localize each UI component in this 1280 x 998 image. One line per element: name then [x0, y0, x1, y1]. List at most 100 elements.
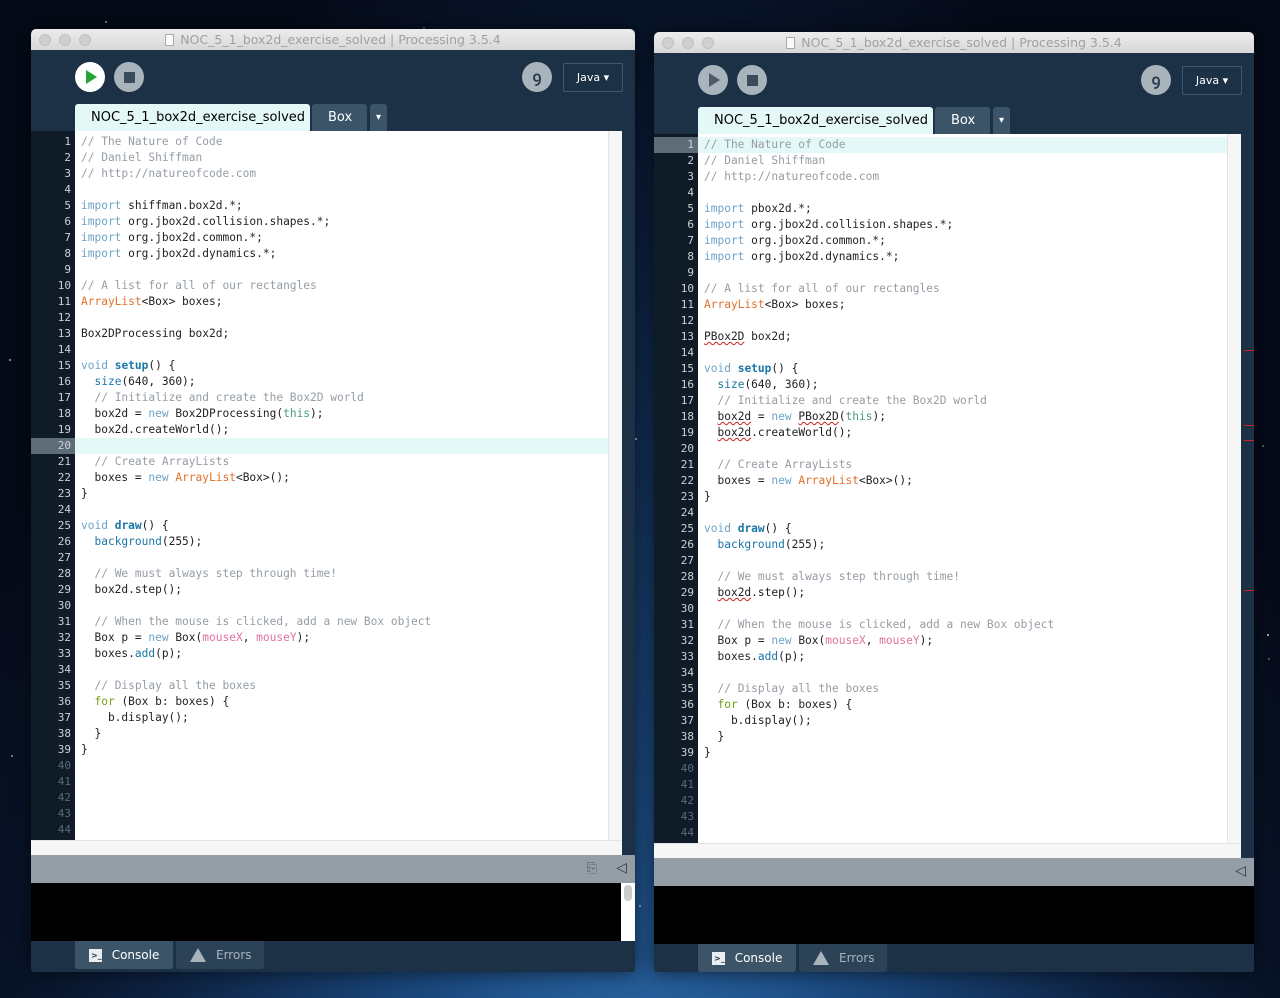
star: [1267, 633, 1270, 636]
close-button[interactable]: [39, 34, 51, 46]
line-number: 1: [64, 135, 71, 148]
line-number: 8: [687, 250, 694, 263]
code-token: // Create ArrayLists: [717, 458, 853, 471]
error-marker[interactable]: [1244, 425, 1254, 426]
code-token: org.jbox2d.common.*;: [744, 234, 886, 247]
tab-errors[interactable]: Errors: [176, 941, 264, 969]
tab-box[interactable]: Box: [312, 104, 367, 131]
horizontal-scrollbar[interactable]: [31, 840, 622, 855]
code-token: // When the mouse is clicked, add a new …: [94, 615, 432, 628]
horizontal-scrollbar[interactable]: [654, 843, 1241, 858]
line-number: 31: [57, 615, 71, 628]
code-line: // http://natureofcode.com: [75, 166, 608, 182]
code-editor[interactable]: 1 2 3 4 5 6 7 8 9 10 11 12 13 14 15 16 17 18 19 20 21 22 23 24 2…: [31, 131, 622, 855]
code-token: // When the mouse is clicked, add a new …: [717, 618, 1055, 631]
console-icon: >_: [712, 951, 725, 965]
code-token: );: [296, 631, 311, 644]
stop-button[interactable]: [737, 65, 767, 95]
scroll-thumb[interactable]: [624, 885, 632, 901]
zoom-button[interactable]: [79, 34, 91, 46]
code-token: boxes.: [704, 650, 758, 663]
code-token: () {: [141, 519, 169, 532]
mode-selector[interactable]: Java ▾: [563, 63, 623, 92]
code-line: // http://natureofcode.com: [698, 169, 1227, 185]
code-token: size: [94, 375, 122, 388]
code-line: import shiffman.box2d.*;: [75, 198, 608, 214]
tab-menu-button[interactable]: ▾: [370, 104, 388, 131]
code-token: void: [704, 362, 731, 375]
debugger-button[interactable]: ꝯ: [1141, 65, 1171, 95]
chevron-down-icon: ▾: [376, 112, 382, 123]
line-number: 42: [680, 794, 694, 807]
title-bar: NOC_5_1_box2d_exercise_solved | Processi…: [654, 32, 1254, 53]
tab-errors[interactable]: Errors: [799, 944, 887, 972]
code-token: (: [838, 410, 846, 423]
code-token: draw: [737, 522, 765, 535]
code-line: ArrayList<Box> boxes;: [698, 297, 1227, 313]
console-output[interactable]: [31, 883, 635, 941]
code-line: void setup() {: [75, 358, 608, 374]
line-number: 11: [57, 295, 71, 308]
line-number: 5: [687, 202, 694, 215]
line-number: 13: [680, 330, 694, 343]
code-token: size: [717, 378, 745, 391]
code-token: org.jbox2d.collision.shapes.*;: [744, 218, 954, 231]
line-number: 8: [64, 247, 71, 260]
code-line: // We must always step through time!: [698, 569, 1227, 585]
line-number: 16: [57, 375, 71, 388]
code-token: () {: [771, 362, 799, 375]
code-line: [75, 438, 608, 454]
code-token: mouseY: [256, 631, 297, 644]
collapse-console-icon[interactable]: ◁: [616, 860, 627, 876]
close-button[interactable]: [662, 37, 674, 49]
code-token: import: [704, 202, 745, 215]
console-scrollbar[interactable]: [621, 883, 635, 941]
code-token: mouseX: [202, 631, 243, 644]
collapse-console-icon[interactable]: ◁: [1235, 863, 1246, 879]
tab-main-sketch[interactable]: NOC_5_1_box2d_exercise_solved: [75, 104, 310, 131]
tab-menu-button[interactable]: ▾: [993, 107, 1011, 134]
error-marker[interactable]: [1244, 350, 1254, 351]
tab-console[interactable]: >_ Console: [75, 941, 173, 969]
code-token: draw: [114, 519, 142, 532]
tab-console[interactable]: >_ Console: [698, 944, 796, 972]
minimize-button[interactable]: [59, 34, 71, 46]
stop-button[interactable]: [114, 62, 144, 92]
error-marker[interactable]: [1244, 440, 1254, 441]
zoom-button[interactable]: [702, 37, 714, 49]
code-token: Box2DProcessing(: [168, 407, 284, 420]
copy-icon[interactable]: ⎘: [587, 861, 597, 876]
code-token: org.jbox2d.dynamics.*;: [121, 247, 277, 260]
tab-main-sketch[interactable]: NOC_5_1_box2d_exercise_solved: [698, 107, 933, 134]
console-output[interactable]: [654, 886, 1254, 944]
tab-box[interactable]: Box: [935, 107, 990, 134]
code-token: org.jbox2d.common.*;: [121, 231, 263, 244]
line-number: 26: [680, 538, 694, 551]
code-line: import org.jbox2d.dynamics.*;: [698, 249, 1227, 265]
code-line: }: [75, 742, 608, 758]
error-marker[interactable]: [1244, 590, 1254, 591]
code-area[interactable]: // The Nature of Code // Daniel Shiffman /…: [698, 137, 1227, 841]
run-button[interactable]: [75, 62, 105, 92]
line-number: 35: [57, 679, 71, 692]
code-token: Box(: [168, 631, 203, 644]
mode-selector[interactable]: Java ▾: [1182, 66, 1242, 95]
minimize-button[interactable]: [682, 37, 694, 49]
code-token: (640, 360);: [121, 375, 196, 388]
code-area[interactable]: // The Nature of Code // Daniel Shiffman /…: [75, 134, 608, 838]
error-token: box2d: [717, 410, 752, 423]
vertical-scrollbar[interactable]: [1227, 134, 1241, 843]
vertical-scrollbar[interactable]: [608, 131, 622, 840]
code-editor[interactable]: 1 2 3 4 5 6 7 8 9 10 11 12 13 14 15 16 17 18 19 20 21 22 23 24 2…: [654, 134, 1241, 858]
code-line: // Create ArrayLists: [698, 457, 1227, 473]
debugger-button[interactable]: ꝯ: [522, 62, 552, 92]
run-button[interactable]: [698, 65, 728, 95]
